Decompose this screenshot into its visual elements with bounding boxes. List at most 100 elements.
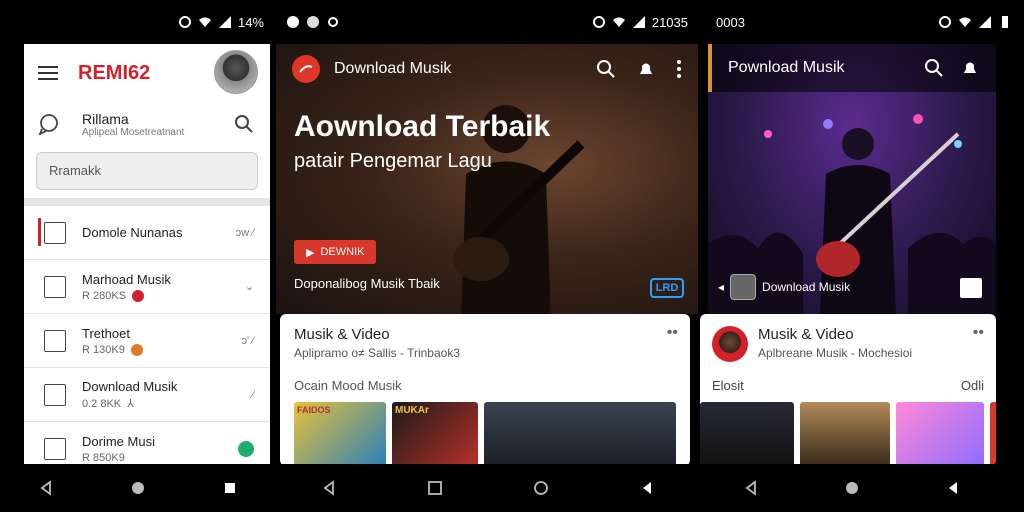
signal-icon — [979, 16, 991, 28]
wifi-icon — [959, 17, 971, 27]
download-button[interactable]: ▶ DEWNIK — [294, 240, 377, 264]
home-icon — [44, 383, 66, 406]
back-icon[interactable] — [743, 480, 759, 496]
alarm-icon — [178, 16, 191, 28]
thumbnail[interactable] — [484, 402, 676, 466]
search-icon[interactable] — [924, 58, 944, 78]
list-item[interactable]: Domole Nunanas ɔw ⁄ — [24, 206, 270, 260]
check-badge-icon[interactable] — [238, 440, 254, 457]
home-icon[interactable] — [533, 480, 549, 496]
back-icon[interactable] — [38, 480, 54, 496]
signal-icon — [218, 16, 231, 28]
search-input[interactable]: Rramakk — [36, 152, 258, 190]
thumbnail[interactable] — [800, 402, 890, 466]
wifi-icon — [198, 17, 211, 27]
wifi-icon — [612, 17, 625, 27]
hero-banner[interactable]: Download Musik Aownload Terbaik patair P… — [276, 44, 698, 314]
screen-main: 21035 Download Musik Aownload Terbaik pa… — [276, 0, 700, 512]
thumbnail[interactable]: MUKAr — [392, 402, 478, 466]
drawer-panel: REMI62 Rillama Aplipeal Mosetreatnant Rr… — [24, 44, 270, 476]
list-item-action[interactable]: ⌄ — [245, 280, 254, 293]
share-icon[interactable]: ◂ — [718, 280, 724, 294]
nav-bar — [700, 464, 1004, 512]
list-item[interactable]: Trethoet R 130K9 ɔ' ⁄ — [24, 314, 270, 368]
thumbnail[interactable] — [896, 402, 984, 466]
back-icon[interactable] — [945, 480, 961, 496]
app-bar: Pownload Musik — [708, 44, 996, 92]
card-subtitle: Aplbreane Musik - Mochesioi — [758, 346, 913, 360]
card-subtitle: Aplipramo o≠ Sallis - Trinbaok3 — [294, 346, 460, 360]
status-bar: 21035 — [276, 0, 700, 44]
back-icon[interactable] — [639, 480, 655, 496]
list-item[interactable]: Marhoad Musik R 280KS ⌄ — [24, 260, 270, 314]
list-item-action[interactable]: ɔ' ⁄ — [242, 335, 255, 347]
list-item-title: Download Musik — [82, 379, 178, 394]
list-item[interactable]: Download Musik 0.2 8KK ⅄ ⁄ — [24, 368, 270, 422]
more-horizontal-icon[interactable]: •• — [667, 324, 678, 342]
search-icon[interactable] — [234, 114, 254, 134]
alarm-icon — [939, 16, 951, 28]
back-icon[interactable] — [321, 480, 337, 496]
section-title: Ocain Mood Musik — [294, 378, 402, 393]
list-item-action[interactable]: ⁄ — [252, 389, 254, 401]
signal-icon — [632, 16, 645, 28]
play-icon: ▶ — [306, 246, 315, 259]
section-link[interactable]: Odli — [961, 378, 984, 393]
home-icon[interactable] — [844, 480, 860, 496]
hd-badge: LRD — [650, 278, 684, 298]
list-item-title: Dorime Musi — [82, 433, 155, 449]
more-horizontal-icon[interactable]: •• — [973, 324, 984, 342]
recents-icon[interactable] — [222, 480, 238, 496]
concert-banner[interactable]: Pownload Musik ◂ Download Musik — [708, 44, 996, 314]
play-badge-icon — [132, 289, 145, 302]
avatar[interactable] — [214, 50, 258, 94]
bell-icon[interactable] — [960, 58, 980, 78]
section-title: Elosit — [712, 378, 744, 393]
hamburger-icon[interactable] — [38, 65, 58, 81]
hero-subtitle: patair Pengemar Lagu — [294, 150, 492, 172]
thumbnail-row — [700, 402, 996, 466]
note-icon — [44, 275, 66, 298]
nav-bar — [276, 464, 700, 512]
list-item-meta: 0.2 8KK — [82, 397, 122, 410]
artist-avatar[interactable] — [712, 326, 748, 362]
thumbnail[interactable] — [990, 402, 996, 466]
download-button-label: DEWNIK — [320, 246, 365, 258]
more-vertical-icon[interactable] — [676, 59, 682, 79]
thumbnail-title: MUKAr — [395, 405, 429, 416]
clock-badge-icon — [130, 343, 143, 356]
thumbnail[interactable]: FAIDOS — [294, 402, 386, 466]
folder-icon — [44, 437, 66, 460]
expand-icon[interactable] — [960, 278, 982, 298]
home-icon[interactable] — [130, 480, 146, 496]
content-card: Musik & Video Aplipramo o≠ Sallis - Trin… — [280, 314, 690, 466]
account-sub: Aplipeal Mosetreatnant — [82, 126, 185, 138]
drawer-header: REMI62 — [24, 44, 270, 102]
hero-title: Aownload Terbaik — [294, 110, 551, 143]
notification-icon — [307, 16, 319, 28]
hero-heading: Aownload Terbaik patair Pengemar Lagu — [294, 110, 550, 173]
search-icon[interactable] — [596, 59, 616, 79]
account-row[interactable]: Rillama Aplipeal Mosetreatnant — [24, 102, 270, 146]
notification-icon — [328, 17, 338, 27]
nav-bar — [0, 464, 276, 512]
status-bar: 14% — [0, 0, 276, 44]
document-icon — [44, 221, 66, 244]
list-item-action[interactable]: ɔw ⁄ — [236, 227, 254, 239]
app-logo-icon[interactable] — [292, 55, 320, 83]
battery-icon — [1002, 16, 1008, 28]
status-time: 14% — [237, 14, 264, 30]
thumbnail[interactable] — [700, 402, 794, 466]
list-item-meta: R 850K9 — [82, 451, 125, 464]
list-item-title: Trethoet — [82, 325, 130, 341]
account-name: Rillama — [82, 110, 129, 127]
brand-logo: REMI62 — [78, 61, 151, 84]
bell-icon[interactable] — [636, 59, 656, 79]
card-title: Musik & Video — [294, 326, 390, 343]
chat-icon — [38, 114, 58, 135]
card-title: Musik & Video — [758, 326, 854, 343]
recents-icon[interactable] — [427, 480, 443, 496]
app-bar: Download Musik — [276, 44, 698, 94]
list-item-title: Domole Nunanas — [82, 225, 183, 240]
notification-icon — [287, 16, 299, 28]
